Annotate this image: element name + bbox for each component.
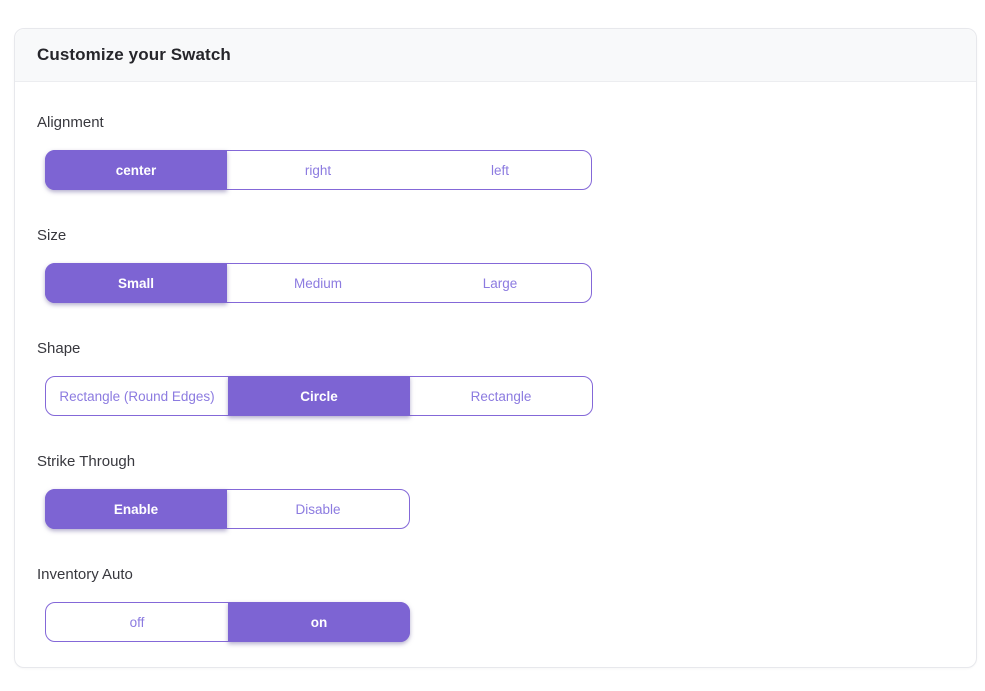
inventory-auto-label: Inventory Auto xyxy=(37,565,954,585)
inventory-auto-option-off[interactable]: off xyxy=(46,603,228,641)
alignment-button-group: center right left xyxy=(45,150,592,190)
size-option-large[interactable]: Large xyxy=(409,264,591,302)
customize-swatch-card: Customize your Swatch Alignment center r… xyxy=(14,28,977,668)
section-size: Size Small Medium Large xyxy=(37,226,954,303)
strike-through-button-group: Enable Disable xyxy=(45,489,410,529)
strike-through-label: Strike Through xyxy=(37,452,954,472)
shape-option-rectangle[interactable]: Rectangle xyxy=(410,377,592,415)
strike-through-option-enable[interactable]: Enable xyxy=(45,489,227,529)
alignment-option-right[interactable]: right xyxy=(227,151,409,189)
inventory-auto-button-group: off on xyxy=(45,602,410,642)
size-label: Size xyxy=(37,226,954,246)
section-inventory-auto: Inventory Auto off on xyxy=(37,565,954,642)
inventory-auto-option-on[interactable]: on xyxy=(228,602,410,642)
size-option-small[interactable]: Small xyxy=(45,263,227,303)
strike-through-option-disable[interactable]: Disable xyxy=(227,490,409,528)
section-shape: Shape Rectangle (Round Edges) Circle Rec… xyxy=(37,339,954,416)
section-strike-through: Strike Through Enable Disable xyxy=(37,452,954,529)
card-body: Alignment center right left Size Small M… xyxy=(15,82,976,669)
shape-button-group: Rectangle (Round Edges) Circle Rectangle xyxy=(45,376,593,416)
shape-option-circle[interactable]: Circle xyxy=(228,376,410,416)
alignment-option-left[interactable]: left xyxy=(409,151,591,189)
size-button-group: Small Medium Large xyxy=(45,263,592,303)
section-alignment: Alignment center right left xyxy=(37,113,954,190)
page-title: Customize your Swatch xyxy=(37,45,231,65)
shape-option-rectangle-round-edges[interactable]: Rectangle (Round Edges) xyxy=(46,377,228,415)
alignment-label: Alignment xyxy=(37,113,954,133)
alignment-option-center[interactable]: center xyxy=(45,150,227,190)
card-header: Customize your Swatch xyxy=(15,29,976,82)
size-option-medium[interactable]: Medium xyxy=(227,264,409,302)
shape-label: Shape xyxy=(37,339,954,359)
